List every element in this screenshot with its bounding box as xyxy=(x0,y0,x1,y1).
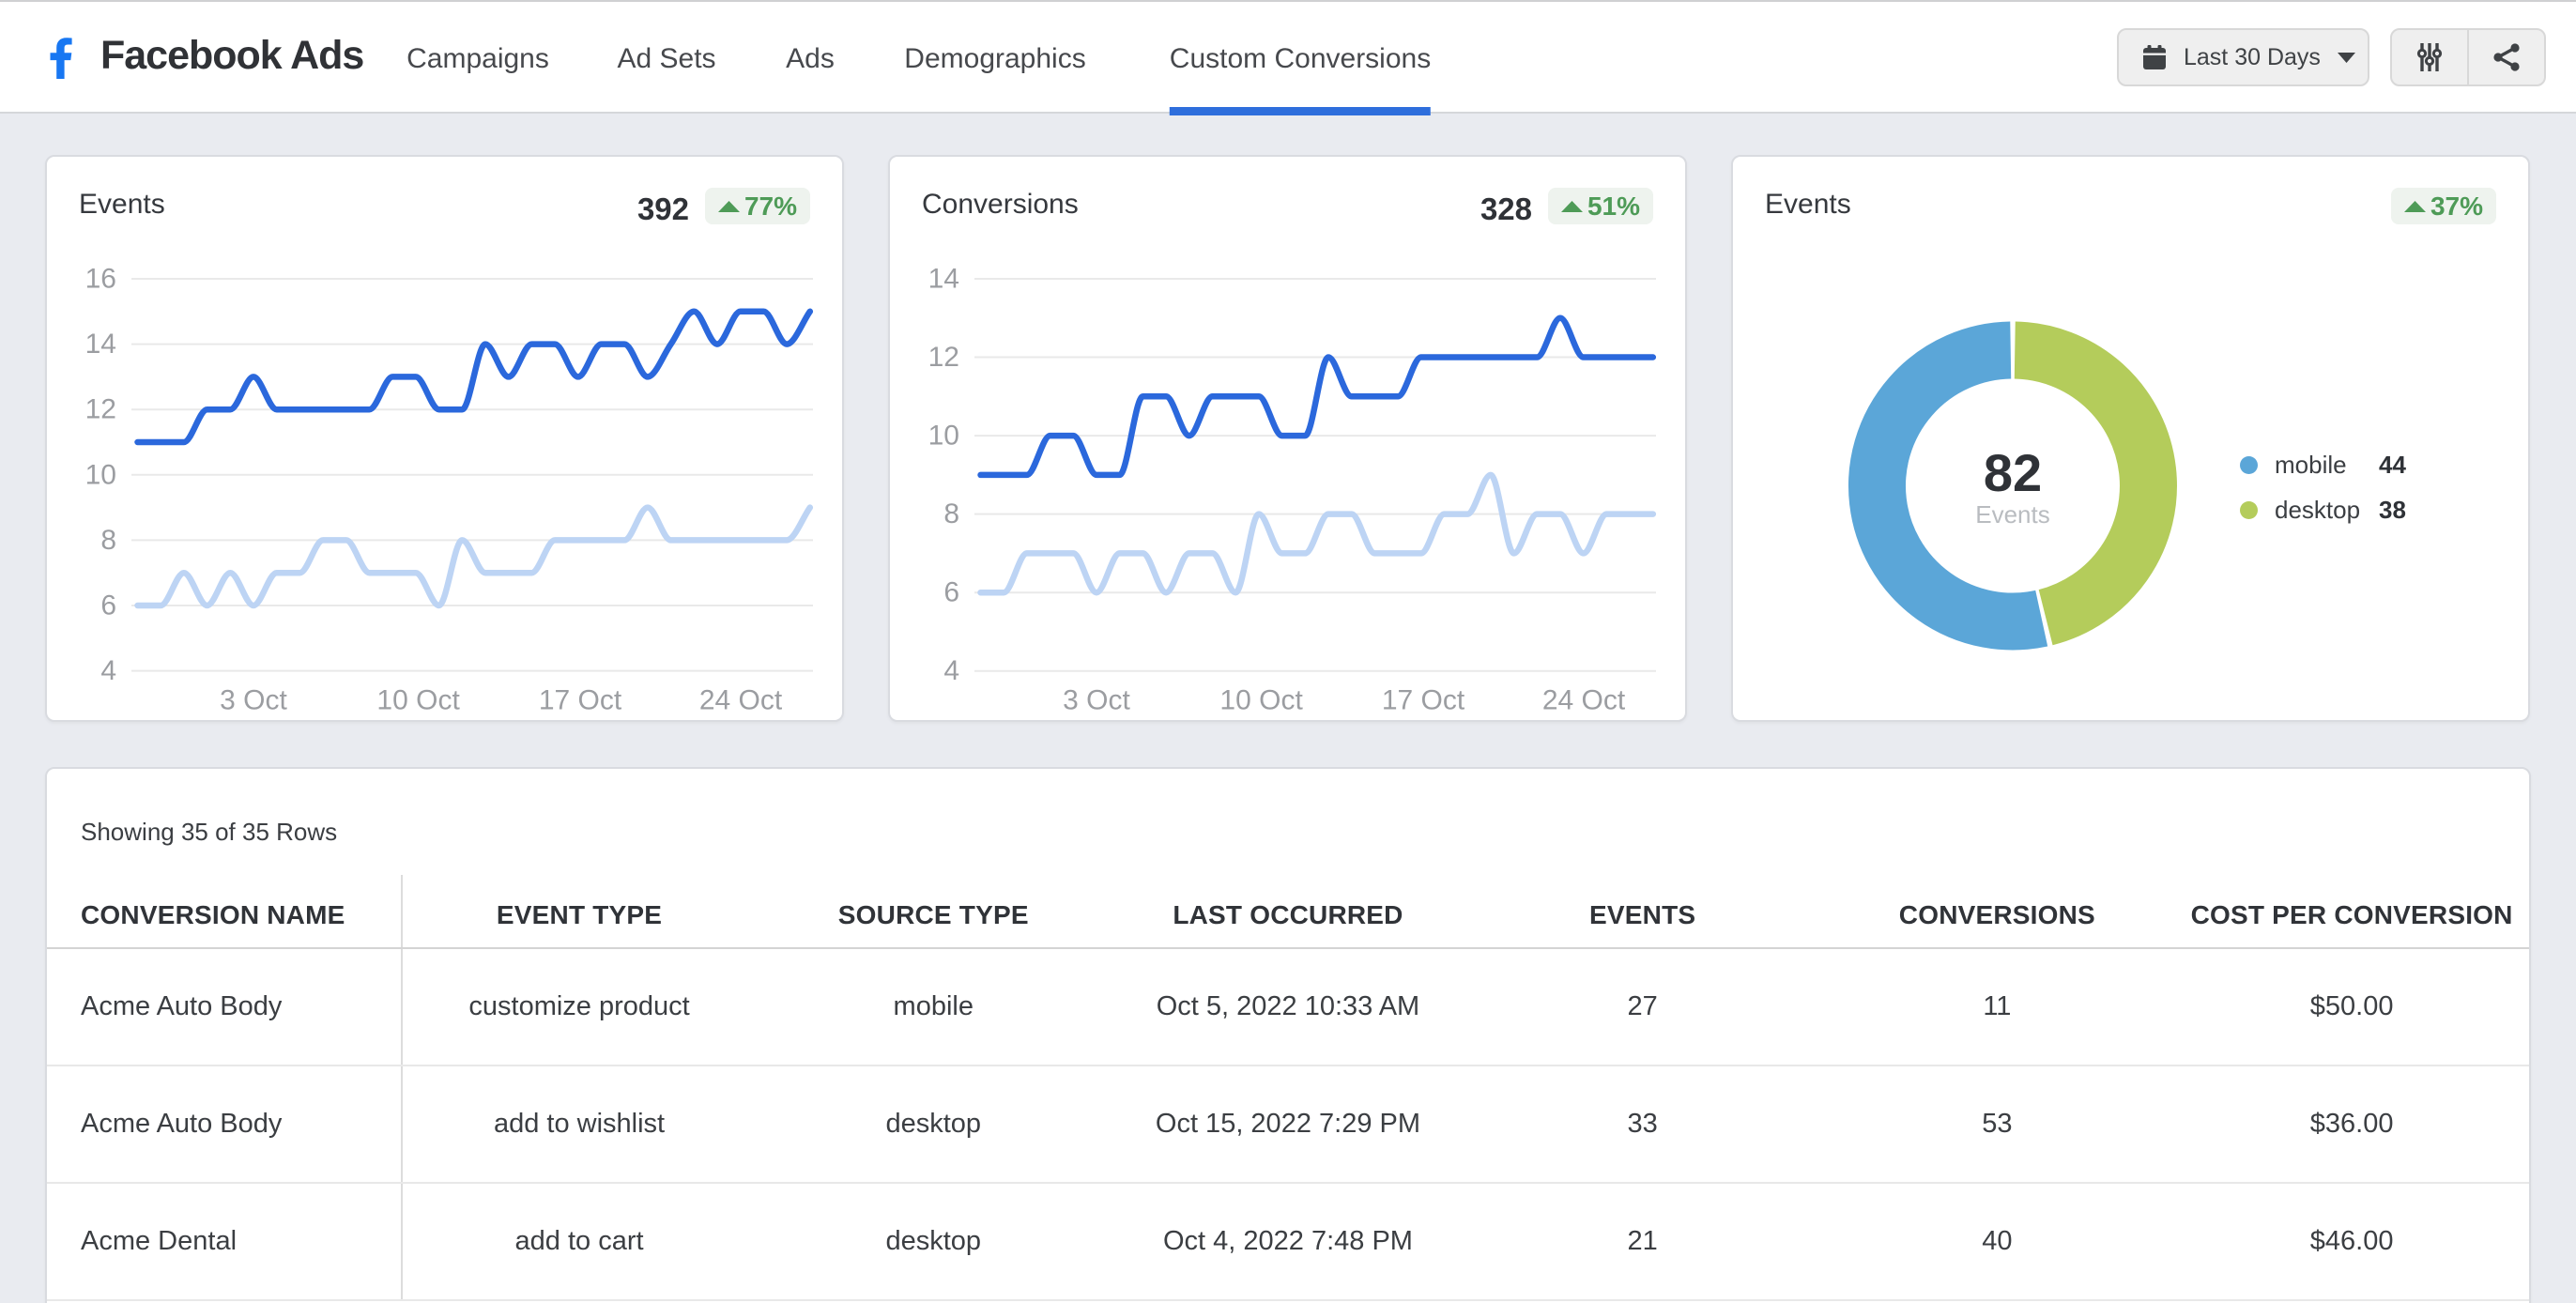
svg-text:17 Oct: 17 Oct xyxy=(539,685,622,716)
svg-text:17 Oct: 17 Oct xyxy=(1382,685,1465,716)
svg-text:6: 6 xyxy=(943,577,959,608)
svg-text:10 Oct: 10 Oct xyxy=(1219,685,1303,716)
svg-text:8: 8 xyxy=(943,498,959,529)
svg-text:14: 14 xyxy=(928,264,959,295)
svg-text:12: 12 xyxy=(928,342,959,373)
svg-text:12: 12 xyxy=(85,394,116,425)
svg-text:10: 10 xyxy=(85,459,116,490)
svg-text:24 Oct: 24 Oct xyxy=(1542,685,1626,716)
svg-text:8: 8 xyxy=(100,525,116,556)
svg-text:24 Oct: 24 Oct xyxy=(699,685,783,716)
svg-text:3 Oct: 3 Oct xyxy=(1063,685,1130,716)
svg-text:10 Oct: 10 Oct xyxy=(376,685,460,716)
svg-text:6: 6 xyxy=(100,590,116,621)
svg-text:3 Oct: 3 Oct xyxy=(220,685,287,716)
svg-text:16: 16 xyxy=(85,264,116,295)
svg-text:4: 4 xyxy=(943,655,959,686)
svg-text:14: 14 xyxy=(85,329,116,360)
svg-text:4: 4 xyxy=(100,655,116,686)
svg-text:10: 10 xyxy=(928,421,959,452)
